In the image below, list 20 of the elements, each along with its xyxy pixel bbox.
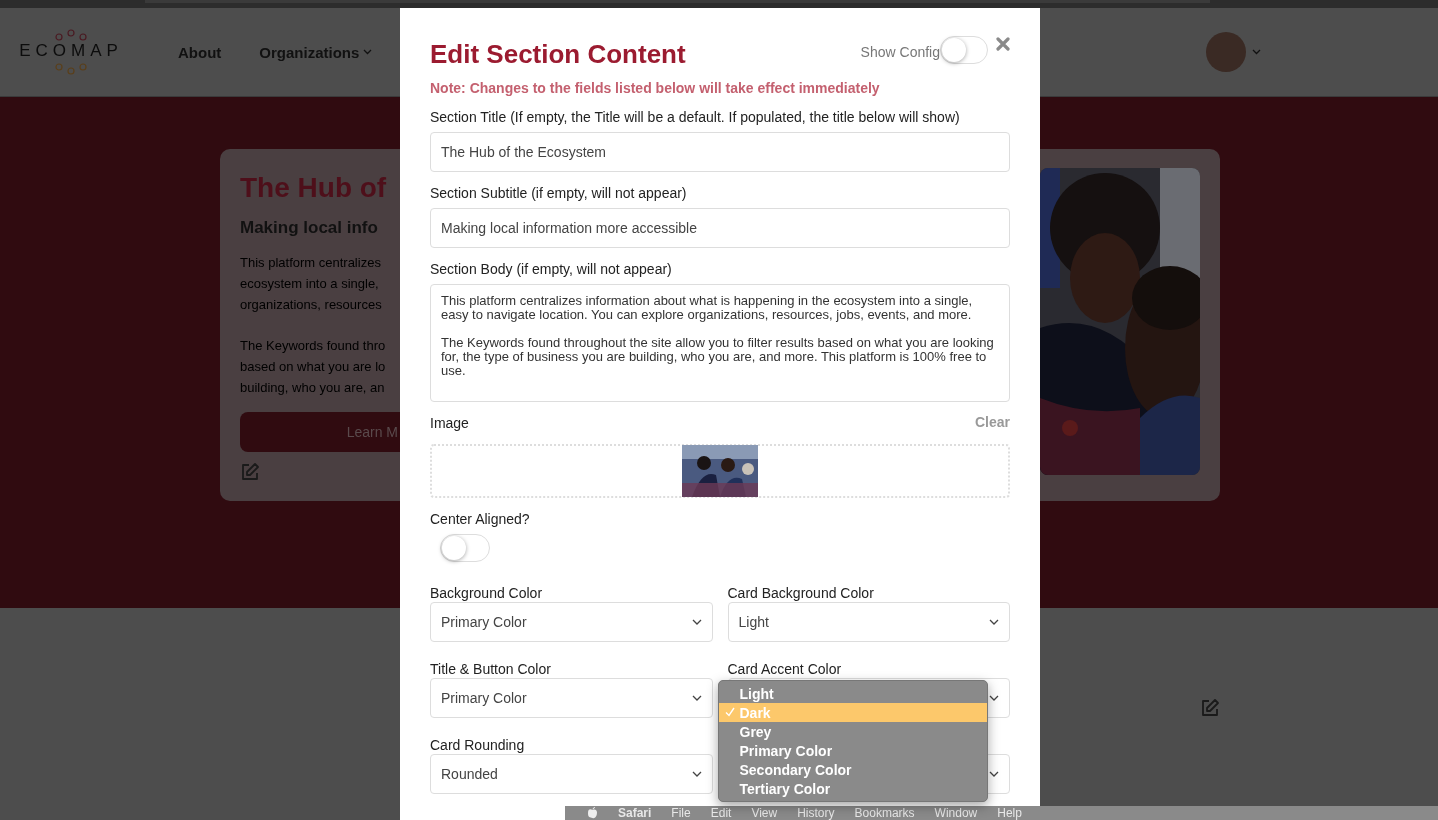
field-label: Card Background Color [727, 585, 874, 601]
body-text: The Keywords found thro [240, 337, 386, 355]
body-text: based on what you are lo [240, 358, 386, 376]
field-label: Section Subtitle (if empty, will not appear) [430, 184, 687, 202]
field-label: Section Body (if empty, will not appear) [430, 260, 672, 278]
hero-subtitle: Making local info [240, 218, 378, 238]
note-text: Note: Changes to the fields listed below will take effect immediately [430, 80, 881, 96]
field-label: Image [430, 414, 469, 432]
field-label: Title & Button Color [430, 661, 551, 677]
field-label: Section Title (If empty, the Title will be a default. If populated, the title below will show) [430, 108, 960, 126]
field-label: Card Accent Color [727, 661, 842, 677]
modal-title: Edit Section Content [430, 39, 686, 70]
body-text: ecosystem into a single, [240, 275, 380, 293]
field-label: Background Color [430, 585, 543, 601]
field-label: Center Aligned? [430, 510, 530, 528]
toggle-label: Show Config [860, 43, 940, 60]
body-text: This platform centralizes [240, 254, 382, 272]
body-text: building, who you are, an [240, 379, 386, 397]
field-label: Card Rounding [430, 737, 525, 753]
body-text: organizations, resources [240, 296, 382, 314]
